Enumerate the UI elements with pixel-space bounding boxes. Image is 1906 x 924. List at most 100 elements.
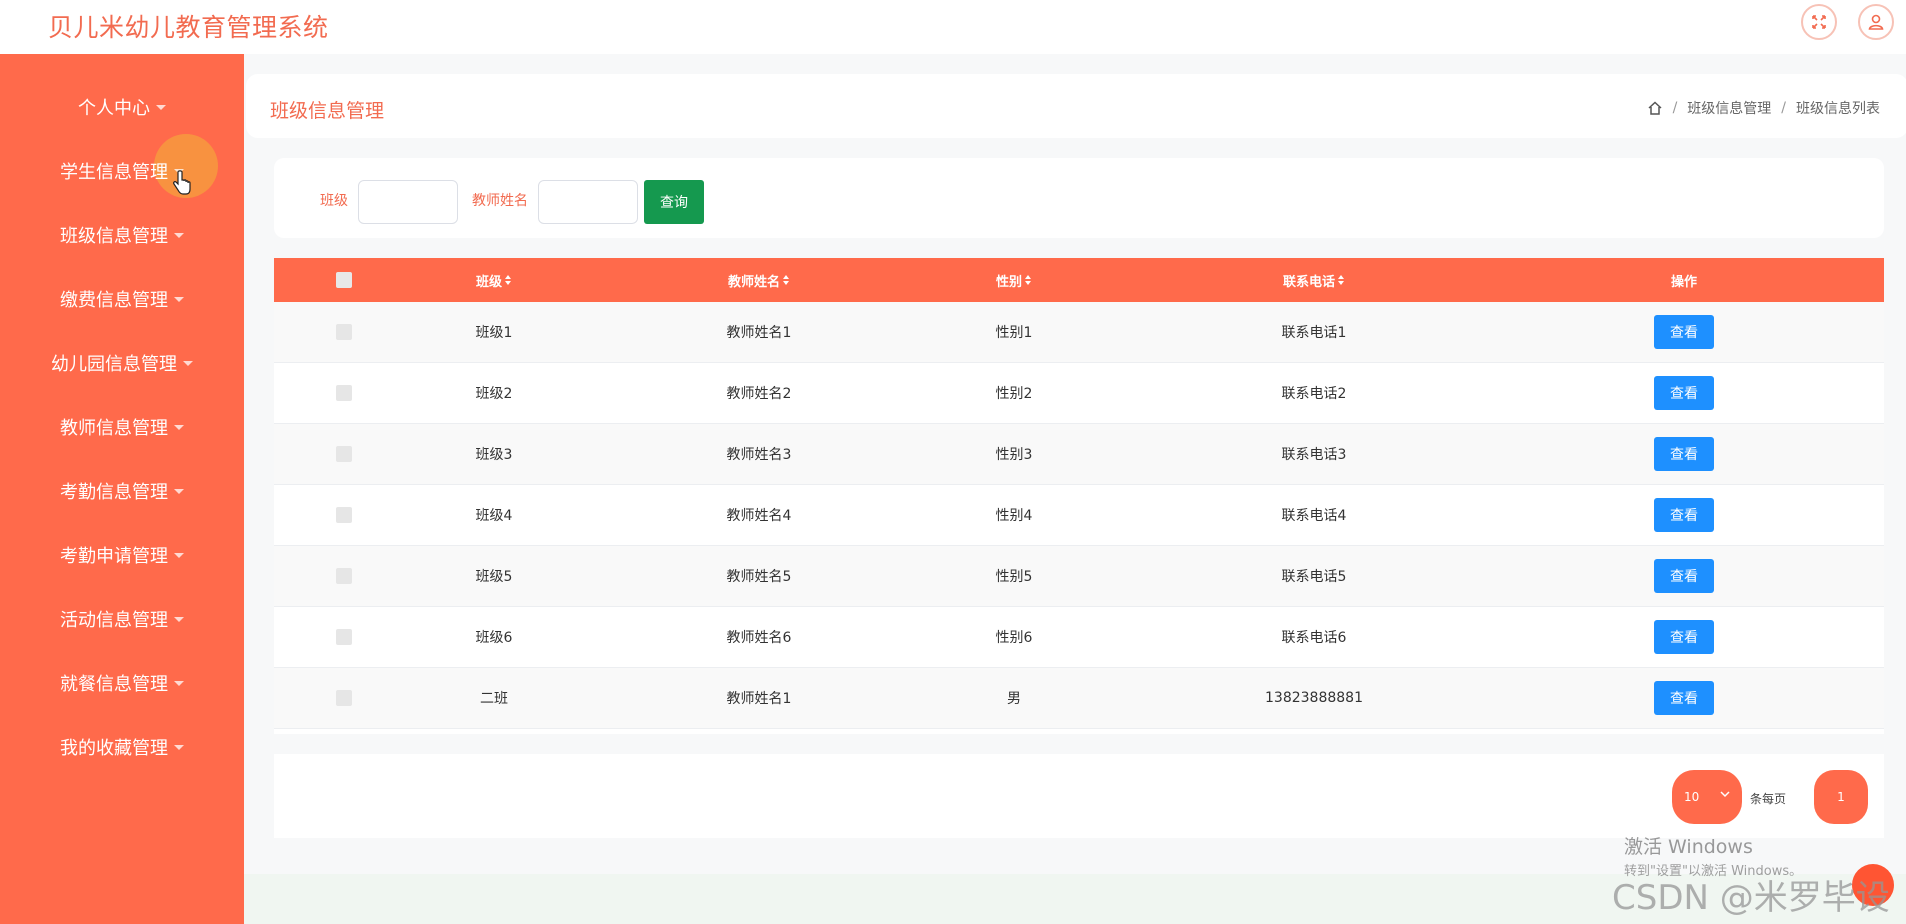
caret-down-icon bbox=[174, 552, 184, 558]
cell-phone: 联系电话1 bbox=[1281, 325, 1347, 341]
row-checkbox-cell bbox=[314, 302, 374, 362]
user-icon[interactable] bbox=[1858, 4, 1894, 40]
row-checkbox-cell bbox=[314, 363, 374, 423]
sidebar-item-meal-info[interactable]: 就餐信息管理 bbox=[0, 663, 244, 703]
cell-teacher-name: 教师姓名1 bbox=[726, 691, 792, 707]
cell-class: 班级5 bbox=[475, 569, 513, 585]
view-button[interactable]: 查看 bbox=[1654, 437, 1714, 471]
caret-down-icon bbox=[174, 616, 184, 622]
row-checkbox-cell bbox=[314, 668, 374, 728]
col-header-gender[interactable]: 性别 bbox=[954, 258, 1074, 302]
cell-actions: 查看 bbox=[1624, 363, 1744, 423]
breadcrumb-separator: / bbox=[1672, 100, 1678, 116]
cell-gender: 性别1 bbox=[995, 325, 1033, 341]
row-checkbox[interactable] bbox=[336, 690, 352, 706]
sidebar-item-attendance-info[interactable]: 考勤信息管理 bbox=[0, 471, 244, 511]
csdn-watermark: CSDN @米罗毕设 bbox=[1612, 878, 1890, 918]
cell-phone: 13823888881 bbox=[1265, 690, 1363, 706]
cell-class: 班级4 bbox=[475, 508, 513, 524]
col-header-class[interactable]: 班级 bbox=[434, 258, 554, 302]
col-header-actions: 操作 bbox=[1670, 274, 1697, 290]
row-checkbox[interactable] bbox=[336, 385, 352, 401]
sidebar-item-my-favorites[interactable]: 我的收藏管理 bbox=[0, 727, 244, 767]
activate-windows-title: 激活 Windows bbox=[1624, 836, 1753, 858]
view-button[interactable]: 查看 bbox=[1654, 498, 1714, 532]
per-page-label: 条每页 bbox=[1750, 792, 1787, 806]
cell-class: 二班 bbox=[480, 691, 508, 707]
cell-actions: 查看 bbox=[1624, 607, 1744, 667]
teacher-name-input[interactable] bbox=[538, 180, 638, 224]
view-button[interactable]: 查看 bbox=[1654, 315, 1714, 349]
sidebar-item-payment-info[interactable]: 缴费信息管理 bbox=[0, 279, 244, 319]
cell-teacher-name: 教师姓名6 bbox=[726, 630, 792, 646]
page-number-button[interactable]: 1 bbox=[1814, 770, 1868, 824]
row-checkbox[interactable] bbox=[336, 568, 352, 584]
sidebar-item-student-info[interactable]: 学生信息管理 bbox=[0, 151, 244, 191]
sidebar-item-activity-info[interactable]: 活动信息管理 bbox=[0, 599, 244, 639]
view-button[interactable]: 查看 bbox=[1654, 376, 1714, 410]
sidebar-item-attendance-request[interactable]: 考勤申请管理 bbox=[0, 535, 244, 575]
search-button[interactable]: 查询 bbox=[644, 180, 704, 224]
cell-gender: 性别6 bbox=[995, 630, 1033, 646]
row-checkbox[interactable] bbox=[336, 324, 352, 340]
fullscreen-icon[interactable] bbox=[1801, 4, 1837, 40]
cell-gender: 性别4 bbox=[995, 508, 1033, 524]
cell-phone: 联系电话3 bbox=[1281, 447, 1347, 463]
select-all-checkbox-cell bbox=[314, 258, 374, 302]
cell-gender: 性别5 bbox=[995, 569, 1033, 585]
sidebar-item-label: 考勤申请管理 bbox=[60, 546, 168, 567]
cell-gender: 男 bbox=[1007, 691, 1021, 707]
row-checkbox[interactable] bbox=[336, 507, 352, 523]
col-header-teacher-name[interactable]: 教师姓名 bbox=[674, 258, 844, 302]
row-checkbox[interactable] bbox=[336, 446, 352, 462]
row-checkbox-cell bbox=[314, 424, 374, 484]
col-header-phone[interactable]: 联系电话 bbox=[1234, 258, 1394, 302]
page-size-select[interactable]: 10 bbox=[1672, 770, 1742, 824]
caret-down-icon bbox=[174, 744, 184, 750]
sidebar-item-label: 学生信息管理 bbox=[60, 162, 168, 183]
select-all-checkbox[interactable] bbox=[336, 272, 352, 288]
cell-teacher-name: 教师姓名4 bbox=[726, 508, 792, 524]
class-label: 班级 bbox=[320, 193, 348, 209]
sidebar-item-label: 班级信息管理 bbox=[60, 226, 168, 247]
sidebar-item-label: 教师信息管理 bbox=[60, 418, 168, 439]
sidebar-item-label: 缴费信息管理 bbox=[60, 290, 168, 311]
app-title: 贝儿米幼儿教育管理系统 bbox=[48, 13, 329, 42]
caret-down-icon bbox=[183, 360, 193, 366]
cell-phone: 联系电话2 bbox=[1281, 386, 1347, 402]
teacher-name-label: 教师姓名 bbox=[472, 193, 528, 209]
cell-teacher-name: 教师姓名1 bbox=[726, 325, 792, 341]
view-button[interactable]: 查看 bbox=[1654, 620, 1714, 654]
cell-actions: 查看 bbox=[1624, 668, 1744, 728]
table-row: 班级6 教师姓名6 性别6 联系电话6 查看 bbox=[274, 607, 1884, 668]
cell-gender: 性别3 bbox=[995, 447, 1033, 463]
caret-down-icon bbox=[174, 296, 184, 302]
sidebar-item-label: 活动信息管理 bbox=[60, 610, 168, 631]
sidebar-item-kindergarten-info[interactable]: 幼儿园信息管理 bbox=[0, 343, 244, 383]
cell-actions: 查看 bbox=[1624, 302, 1744, 362]
cell-phone: 联系电话5 bbox=[1281, 569, 1347, 585]
sidebar-item-class-info[interactable]: 班级信息管理 bbox=[0, 215, 244, 255]
top-header: 贝儿米幼儿教育管理系统 bbox=[0, 0, 1906, 54]
cell-class: 班级2 bbox=[475, 386, 513, 402]
sidebar-item-label: 我的收藏管理 bbox=[60, 738, 168, 759]
view-button[interactable]: 查看 bbox=[1654, 559, 1714, 593]
cell-class: 班级1 bbox=[475, 325, 513, 341]
caret-down-icon bbox=[156, 104, 166, 110]
row-checkbox-cell bbox=[314, 607, 374, 667]
table-row: 班级5 教师姓名5 性别5 联系电话5 查看 bbox=[274, 546, 1884, 607]
cell-gender: 性别2 bbox=[995, 386, 1033, 402]
class-input[interactable] bbox=[358, 180, 458, 224]
caret-down-icon bbox=[174, 232, 184, 238]
table-row: 班级3 教师姓名3 性别3 联系电话3 查看 bbox=[274, 424, 1884, 485]
breadcrumb-item-class-info-manage[interactable]: 班级信息管理 bbox=[1687, 98, 1771, 118]
row-checkbox[interactable] bbox=[336, 629, 352, 645]
search-panel: 班级 教师姓名 查询 bbox=[274, 158, 1884, 238]
sidebar-item-personal-center[interactable]: 个人中心 bbox=[0, 87, 244, 127]
cell-actions: 查看 bbox=[1624, 546, 1744, 606]
view-button[interactable]: 查看 bbox=[1654, 681, 1714, 715]
home-icon[interactable] bbox=[1647, 100, 1663, 116]
sort-icon bbox=[783, 275, 789, 285]
sidebar-item-teacher-info[interactable]: 教师信息管理 bbox=[0, 407, 244, 447]
table-header: 班级 教师姓名 性别 联系电话 操作 bbox=[274, 258, 1884, 302]
